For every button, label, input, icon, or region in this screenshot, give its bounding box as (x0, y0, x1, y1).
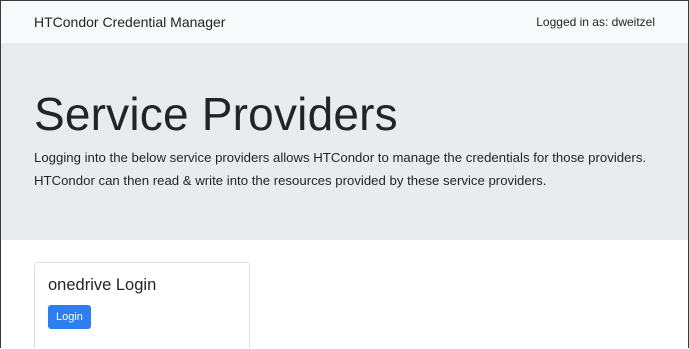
logged-in-user-text: Logged in as: dweitzel (536, 15, 655, 29)
provider-card-title: onedrive Login (48, 276, 157, 294)
login-button[interactable]: Login (48, 304, 91, 329)
page-title: Service Providers (34, 88, 398, 140)
jumbotron: Service Providers Logging into the below… (1, 43, 688, 240)
page-frame: HTCondor Credential Manager Logged in as… (0, 0, 689, 348)
lead-line-1: Logging into the below service providers… (34, 149, 647, 165)
lead-description: Logging into the below service providers… (34, 146, 655, 192)
lead-line-2: HTCondor can then read & write into the … (34, 172, 547, 188)
providers-container: onedrive Login Login (1, 240, 688, 348)
top-navbar: HTCondor Credential Manager Logged in as… (1, 1, 688, 43)
navbar-brand[interactable]: HTCondor Credential Manager (34, 14, 225, 30)
provider-card-onedrive: onedrive Login Login (34, 262, 250, 348)
